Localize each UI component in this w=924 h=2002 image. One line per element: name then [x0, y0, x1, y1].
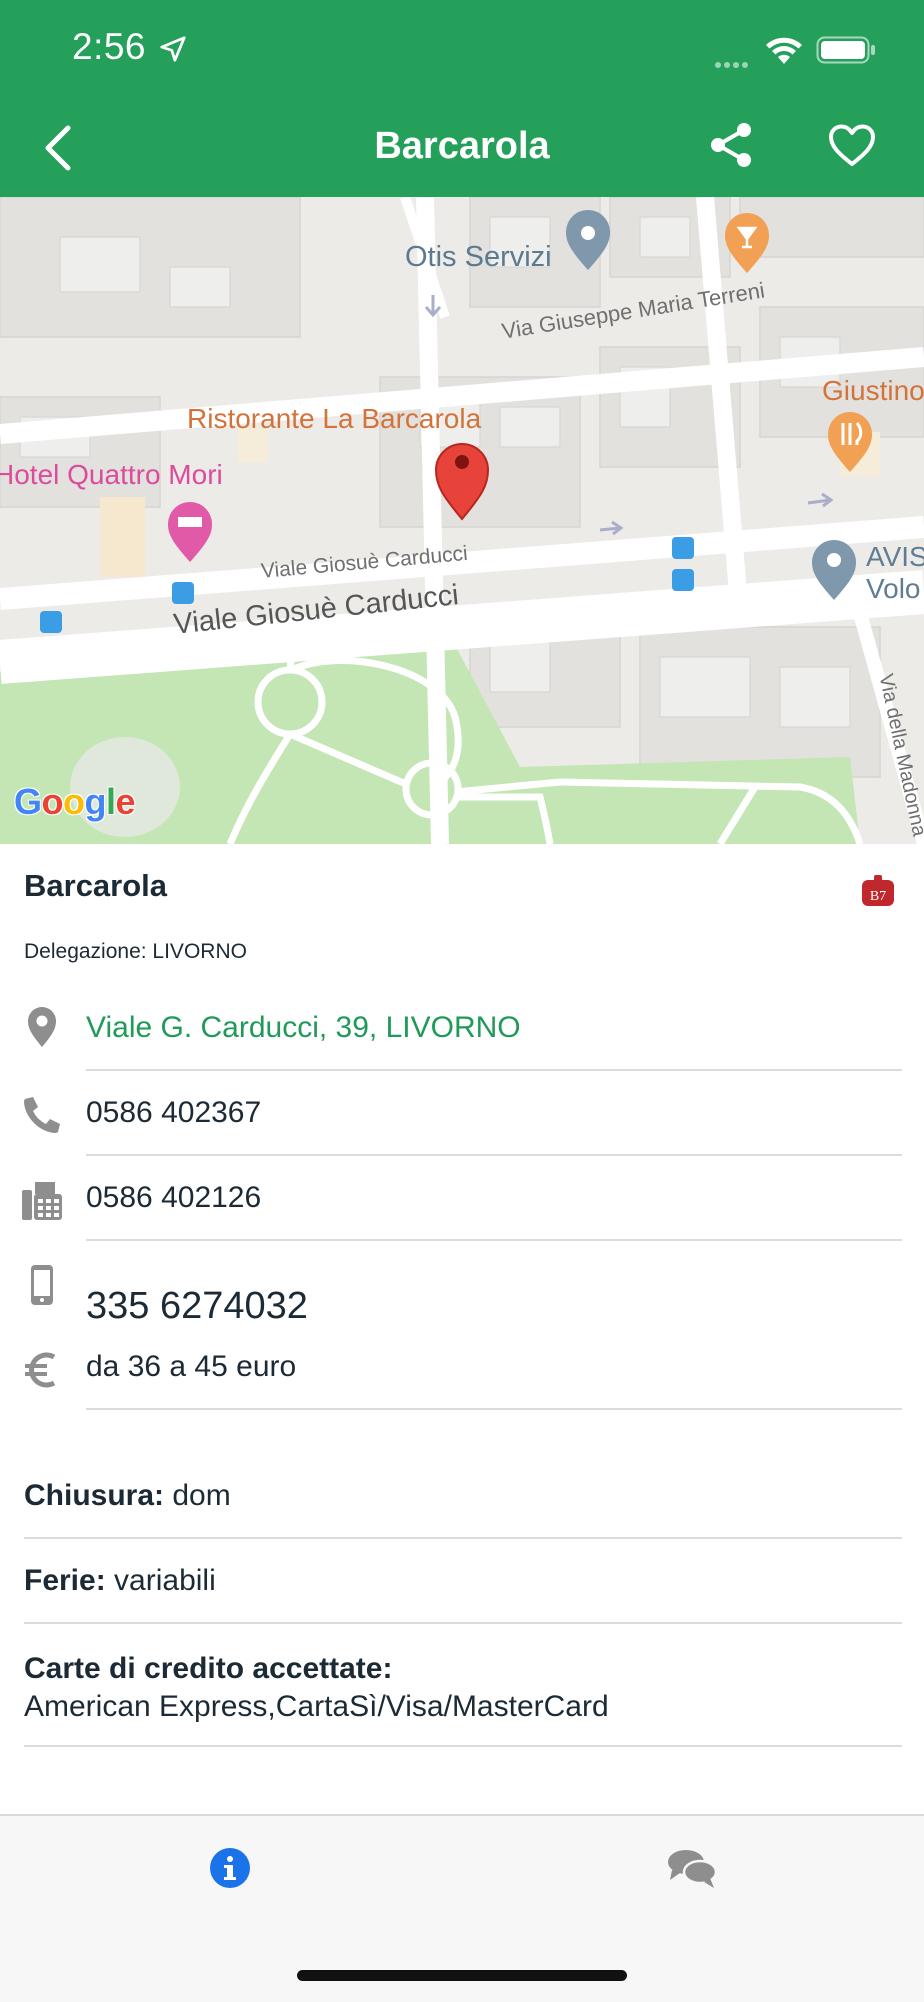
mobile-icon	[31, 1265, 53, 1305]
divider	[86, 1239, 902, 1241]
google-logo-letter: o	[63, 781, 85, 822]
status-time: 2:56	[72, 26, 147, 67]
google-logo-letter: e	[115, 781, 136, 822]
comments-icon[interactable]	[662, 1838, 722, 1898]
cards-label: Carte di credito accettate:	[24, 1652, 393, 1685]
map-label-giustino: Giustino	[822, 375, 924, 406]
google-logo: Google	[14, 781, 136, 823]
google-logo-letter: l	[106, 781, 116, 822]
divider	[24, 1537, 902, 1539]
map-canvas	[0, 197, 924, 844]
google-logo-letter: g	[84, 781, 107, 822]
place-name: Barcarola	[24, 868, 168, 903]
cellular-signal-icon	[715, 55, 751, 73]
wifi-icon	[766, 37, 802, 64]
divider	[24, 1622, 902, 1624]
address-link[interactable]: Viale G. Carducci, 39, LIVORNO	[86, 1011, 521, 1045]
phone-icon	[24, 1097, 60, 1133]
delegation-text: Delegazione: LIVORNO	[24, 940, 247, 963]
map-label-avis: AVIS Volo	[866, 541, 924, 605]
cards-info: Carte di credito accettate: American Exp…	[24, 1650, 609, 1726]
battery-icon	[816, 36, 875, 64]
map-label-ristorante: Ristorante La Barcarola	[187, 403, 482, 434]
map-label-avis-line1: AVIS	[866, 541, 924, 572]
divider	[86, 1069, 902, 1071]
closing-label: Chiusura:	[24, 1479, 165, 1512]
divider	[86, 1154, 902, 1156]
location-arrow-icon	[160, 36, 186, 62]
fax-number: 0586 402126	[86, 1181, 262, 1214]
top-bar: 2:56 Barcarola	[0, 0, 924, 197]
price-range: da 36 a 45 euro	[86, 1350, 297, 1383]
map-label-otis: Otis Servizi	[405, 241, 552, 273]
guide-badge-icon: B7	[862, 875, 894, 906]
map-pin-icon	[28, 1007, 56, 1047]
page-title: Barcarola	[374, 125, 550, 167]
euro-icon	[25, 1352, 56, 1388]
holidays-value: variabili	[114, 1564, 216, 1597]
google-logo-letter: G	[14, 781, 42, 822]
google-logo-letter: o	[41, 781, 64, 822]
cards-value: American Express,CartaSì/Visa/MasterCard	[24, 1690, 609, 1723]
closing-info: Chiusura: dom	[24, 1479, 231, 1513]
holidays-label: Ferie:	[24, 1564, 106, 1597]
divider	[24, 1745, 902, 1747]
info-icon[interactable]	[200, 1838, 260, 1898]
map-label-avis-line2: Volo	[866, 573, 921, 604]
divider	[86, 1408, 902, 1410]
home-indicator	[297, 1970, 627, 1981]
svg-text:B7: B7	[870, 889, 886, 904]
closing-value: dom	[172, 1479, 231, 1512]
share-icon[interactable]	[708, 120, 754, 170]
map-label-hotel: Hotel Quattro Mori	[0, 459, 223, 490]
favorite-heart-icon[interactable]	[828, 124, 876, 168]
phone-number[interactable]: 0586 402367	[86, 1096, 261, 1130]
fax-icon	[22, 1182, 62, 1220]
holidays-info: Ferie: variabili	[24, 1564, 216, 1598]
mobile-number[interactable]: 335 6274032	[86, 1285, 308, 1328]
map-view[interactable]: Otis Servizi Via Giuseppe Maria Terreni …	[0, 197, 924, 844]
